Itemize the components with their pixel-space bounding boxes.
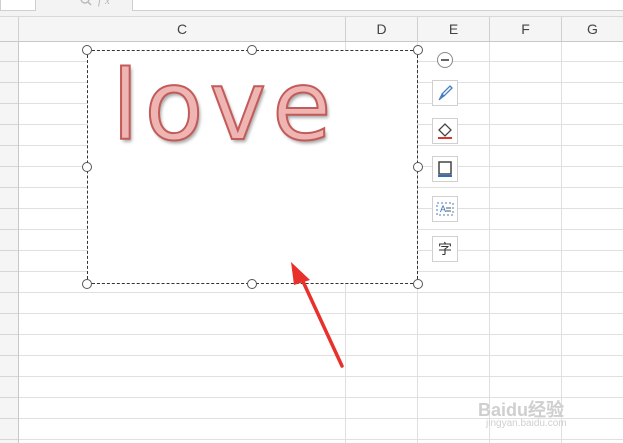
baidu-watermark-url: jingyan.baidu.com xyxy=(486,418,567,429)
annotation-arrow xyxy=(291,262,344,368)
